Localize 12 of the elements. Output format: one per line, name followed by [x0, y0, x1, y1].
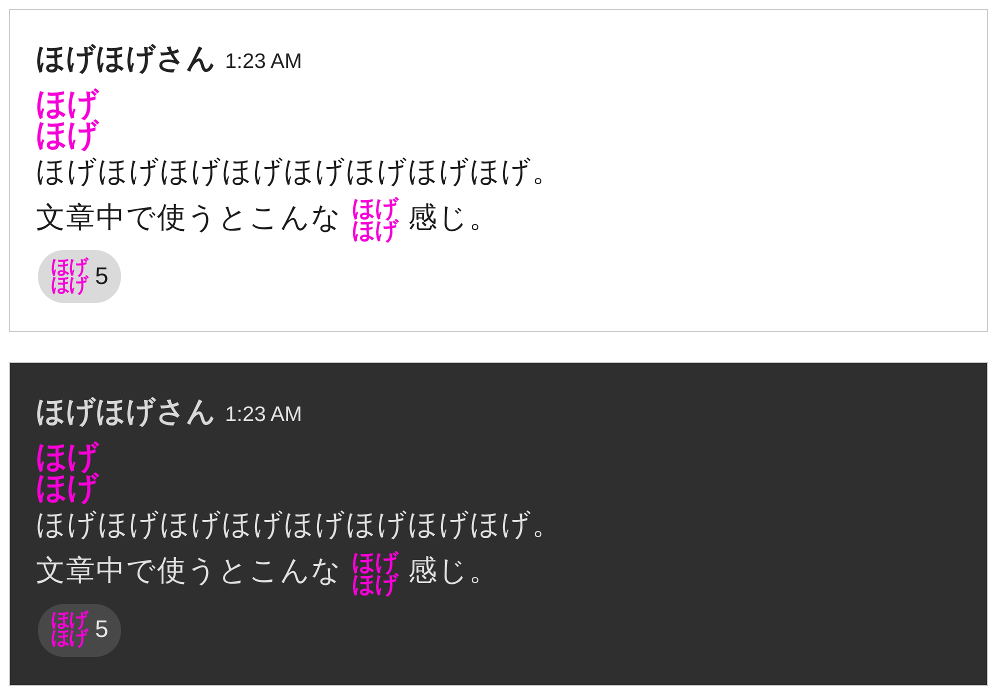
author-name: ほげほげさん — [36, 395, 216, 430]
message-text: ほげほげほげほげほげほげほげほげ。 — [36, 508, 562, 544]
custom-emoji: ほげ ほげ — [352, 550, 398, 595]
custom-emoji: ほげ ほげ — [36, 88, 98, 150]
custom-emoji: ほげ ほげ — [352, 197, 398, 242]
custom-emoji: ほげ ほげ — [51, 258, 87, 295]
custom-emoji: ほげ ほげ — [51, 612, 87, 648]
message-text: ほげほげほげほげほげほげほげほげ。 — [36, 155, 562, 190]
timestamp: 1:23 AM — [225, 402, 302, 428]
timestamp: 1:23 AM — [225, 49, 302, 75]
author-name: ほげほげさん — [36, 42, 216, 77]
custom-emoji: ほげ ほげ — [36, 441, 98, 504]
